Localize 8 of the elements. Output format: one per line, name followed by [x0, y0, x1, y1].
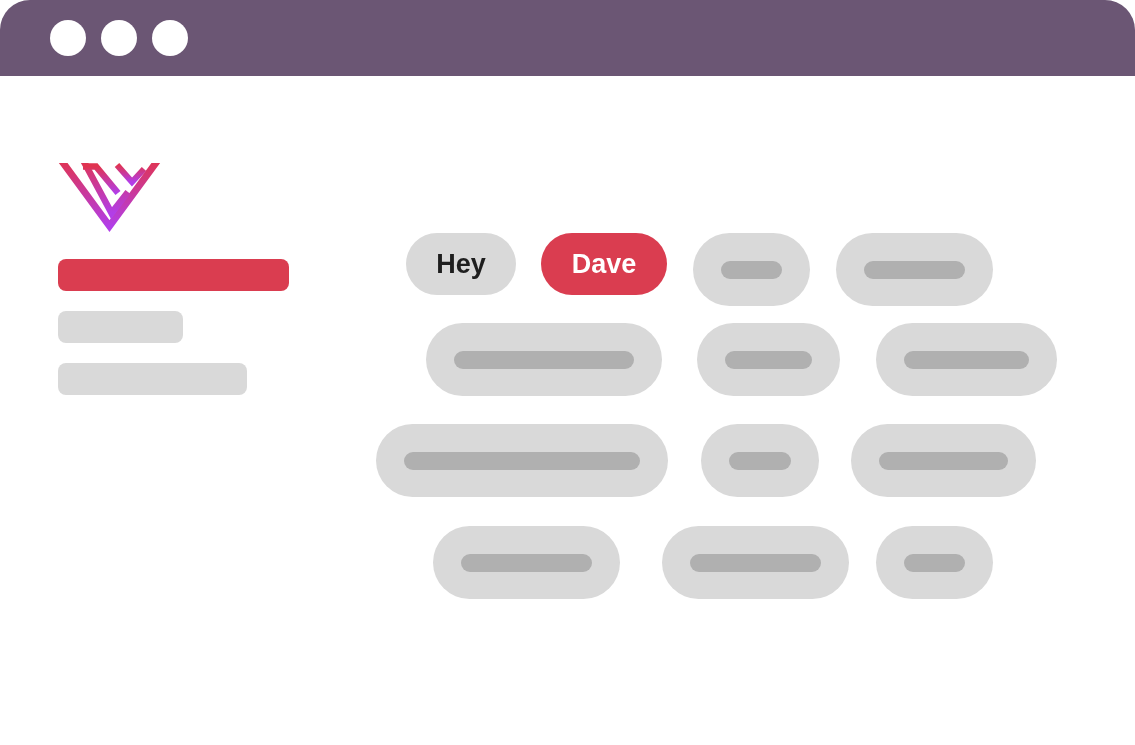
chip[interactable]: Hey	[406, 233, 516, 295]
window-dot-icon[interactable]	[152, 20, 188, 56]
window-dot-icon[interactable]	[50, 20, 86, 56]
skeleton-line	[729, 451, 791, 470]
skeleton-line	[721, 260, 782, 279]
window-dot-icon[interactable]	[101, 20, 137, 56]
chip[interactable]: Dave	[541, 233, 667, 295]
skeleton-line	[904, 553, 965, 572]
